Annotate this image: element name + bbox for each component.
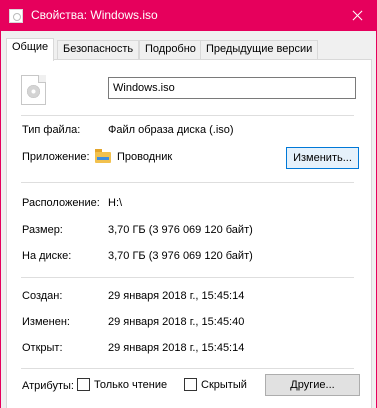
modified-value: 29 января 2018 г., 15:45:40: [108, 316, 245, 328]
divider: [21, 277, 354, 278]
hidden-checkbox[interactable]: [184, 378, 197, 391]
opened-value: 29 января 2018 г., 15:45:14: [108, 342, 245, 354]
readonly-checkbox-label[interactable]: Только чтение: [94, 379, 167, 391]
location-value: H:\: [108, 197, 123, 209]
close-button[interactable]: [338, 0, 377, 31]
tab-previous-versions[interactable]: Предыдущие версии: [200, 40, 319, 59]
other-attributes-button[interactable]: Другие...: [265, 374, 360, 396]
title-bar[interactable]: Свойства: Windows.iso: [1, 0, 377, 31]
tab-security[interactable]: Безопасность: [57, 40, 140, 59]
size-label: Размер:: [22, 224, 63, 236]
readonly-checkbox[interactable]: [77, 378, 90, 391]
divider: [21, 368, 354, 369]
opened-label: Открыт:: [22, 342, 63, 354]
created-label: Создан:: [22, 290, 63, 302]
app-value: Проводник: [117, 151, 173, 163]
hidden-checkbox-label[interactable]: Скрытый: [201, 379, 247, 391]
size-on-disk-label: На диске:: [22, 250, 72, 262]
size-on-disk-value: 3,70 ГБ (3 976 069 120 байт): [108, 250, 253, 262]
attributes-label: Атрибуты:: [22, 380, 74, 392]
file-type-label: Тип файла:: [22, 124, 81, 136]
tab-details[interactable]: Подробно: [139, 40, 202, 59]
change-app-button[interactable]: Изменить...: [286, 147, 359, 169]
location-label: Расположение:: [22, 197, 100, 209]
created-value: 29 января 2018 г., 15:45:14: [108, 290, 245, 302]
file-type-value: Файл образа диска (.iso): [108, 124, 234, 136]
disc-image-file-icon: [21, 75, 46, 105]
size-value: 3,70 ГБ (3 976 069 120 байт): [108, 224, 253, 236]
window-title: Свойства: Windows.iso: [31, 8, 158, 22]
properties-window: Свойства: Windows.iso Общие Безопасность…: [0, 0, 377, 408]
tab-general[interactable]: Общие: [6, 38, 55, 61]
explorer-folder-icon: [95, 149, 111, 163]
tab-strip: Общие Безопасность Подробно Предыдущие в…: [6, 38, 374, 61]
app-label: Приложение:: [22, 151, 90, 163]
divider: [21, 115, 354, 116]
divider: [21, 182, 354, 183]
file-name-input[interactable]: [108, 77, 356, 99]
file-properties-icon: [9, 9, 23, 23]
modified-label: Изменен:: [22, 316, 70, 328]
